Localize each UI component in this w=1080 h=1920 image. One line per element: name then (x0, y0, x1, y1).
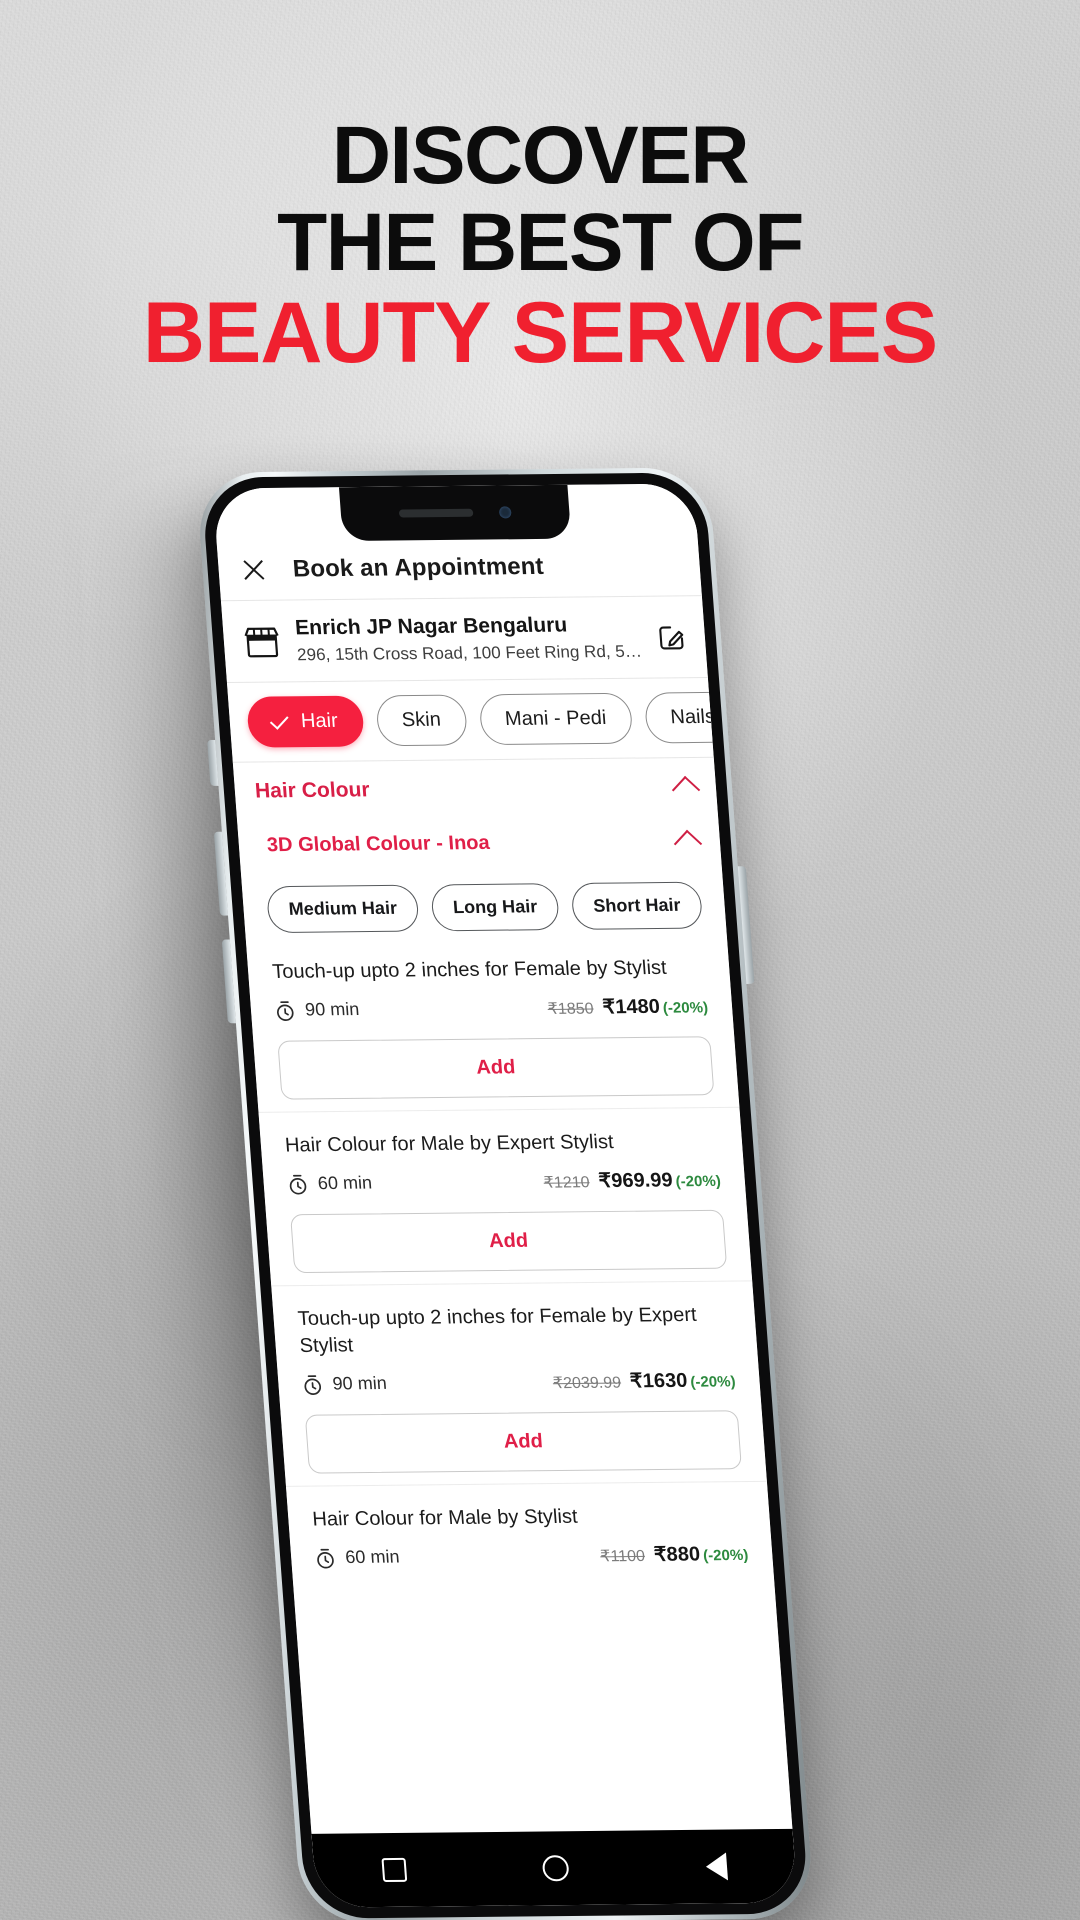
phone-notch (338, 484, 572, 542)
length-chip-medium-hair[interactable]: Medium Hair (265, 884, 420, 934)
service-discount: (-20%) (662, 999, 709, 1017)
app-container: Book an Appointment Enrich JP Nagar Beng… (212, 483, 798, 1908)
service-mrp: ₹1100 (599, 1547, 646, 1566)
category-chips-row[interactable]: Hair Skin Mani - Pedi Nails (226, 677, 714, 763)
phone-screen: Book an Appointment Enrich JP Nagar Beng… (212, 483, 798, 1908)
store-info-row[interactable]: Enrich JP Nagar Bengaluru 296, 15th Cros… (220, 596, 708, 683)
service-item: Hair Colour for Male by Expert Stylist 6… (259, 1108, 752, 1274)
storefront-icon (244, 627, 279, 657)
timer-icon (276, 1000, 294, 1021)
service-duration: 60 min (287, 1172, 373, 1195)
service-meta: 90 min ₹1850 ₹1480 (-20%) (274, 993, 709, 1022)
headline-line-1: DISCOVER (331, 110, 750, 201)
section-title: Hair Colour (254, 778, 371, 803)
timer-icon (304, 1374, 322, 1395)
square-icon[interactable] (381, 1857, 408, 1883)
service-mrp: ₹1210 (543, 1174, 591, 1192)
phone-bezel: Book an Appointment Enrich JP Nagar Beng… (200, 472, 810, 1919)
add-button[interactable]: Add (304, 1410, 742, 1474)
service-meta: 90 min ₹2039.99 ₹1630 (-20%) (302, 1367, 737, 1396)
service-price: ₹969.99 (597, 1169, 674, 1193)
service-name: Hair Colour for Male by Stylist (311, 1505, 579, 1531)
timer-icon (289, 1174, 307, 1195)
add-button[interactable]: Add (290, 1209, 728, 1274)
edit-pencil-icon[interactable] (656, 622, 688, 652)
subsection-title: 3D Global Colour - Inoa (266, 831, 491, 856)
page-title: Book an Appointment (291, 552, 545, 583)
category-chip-label: Hair (300, 709, 339, 733)
store-text-block: Enrich JP Nagar Bengaluru 296, 15th Cros… (294, 613, 642, 665)
service-item: Touch-up upto 2 inches for Female by Exp… (271, 1281, 766, 1474)
service-mrp: ₹1850 (547, 1000, 595, 1018)
service-name: Hair Colour for Male by Expert Stylist (284, 1131, 615, 1157)
hair-length-chips-row[interactable]: Medium Hair Long Hair Short Hair (241, 865, 727, 939)
service-meta: 60 min ₹1100 ₹880 (-20%) (314, 1541, 749, 1570)
category-chip-mani-pedi[interactable]: Mani - Pedi (478, 692, 634, 746)
category-chip-skin[interactable]: Skin (374, 694, 468, 747)
service-item: Touch-up upto 2 inches for Female by Sty… (246, 934, 739, 1100)
service-meta: 60 min ₹1210 ₹969.99 (-20%) (287, 1167, 722, 1196)
triangle-back-icon[interactable] (704, 1852, 728, 1881)
service-price: ₹1480 (601, 995, 661, 1019)
length-chip-long-hair[interactable]: Long Hair (430, 883, 561, 932)
headline-line-3: BEAUTY SERVICES (142, 284, 938, 381)
service-price: ₹880 (653, 1543, 701, 1566)
services-scroll-area[interactable]: Hair Colour 3D Global Colour - Inoa Medi… (233, 758, 793, 1834)
category-chip-hair[interactable]: Hair (246, 695, 365, 748)
android-navigation-bar (311, 1828, 798, 1908)
check-icon (269, 710, 289, 730)
headline-line-2: THE BEST OF (277, 197, 804, 289)
front-camera-icon (498, 506, 512, 519)
service-discount: (-20%) (702, 1546, 749, 1565)
service-duration-label: 90 min (304, 999, 360, 1020)
phone-body: Book an Appointment Enrich JP Nagar Beng… (195, 467, 816, 1920)
service-price-block: ₹2039.99 ₹1630 (-20%) (552, 1367, 736, 1394)
circle-icon[interactable] (542, 1855, 571, 1882)
store-name: Enrich JP Nagar Bengaluru (294, 613, 569, 640)
chevron-up-icon[interactable] (671, 775, 701, 805)
service-price-block: ₹1100 ₹880 (-20%) (599, 1541, 749, 1567)
service-item: Hair Colour for Male by Stylist 60 min ₹… (286, 1482, 773, 1571)
close-icon[interactable] (240, 557, 268, 583)
service-name: Touch-up upto 2 inches for Female by Exp… (296, 1303, 698, 1357)
length-chip-short-hair[interactable]: Short Hair (570, 881, 704, 930)
service-duration: 90 min (302, 1373, 388, 1396)
earpiece-speaker (398, 508, 474, 518)
service-duration: 60 min (314, 1546, 400, 1569)
section-header-hair-colour[interactable]: Hair Colour (233, 758, 718, 819)
service-discount: (-20%) (689, 1373, 737, 1391)
chevron-up-icon[interactable] (673, 829, 703, 858)
store-address: 296, 15th Cross Road, 100 Feet Ring Rd, … (296, 641, 643, 665)
subsection-header-3d-global-colour[interactable]: 3D Global Colour - Inoa (237, 814, 722, 871)
service-price: ₹1630 (629, 1369, 689, 1393)
service-price-block: ₹1850 ₹1480 (-20%) (547, 993, 709, 1020)
service-price-block: ₹1210 ₹969.99 (-20%) (543, 1167, 722, 1194)
timer-icon (317, 1548, 334, 1569)
category-chip-nails[interactable]: Nails (643, 691, 714, 744)
phone-mockup: Book an Appointment Enrich JP Nagar Beng… (126, 467, 824, 1920)
service-duration-label: 60 min (317, 1172, 373, 1194)
service-mrp: ₹2039.99 (552, 1374, 622, 1393)
service-discount: (-20%) (675, 1172, 722, 1191)
service-duration-label: 90 min (331, 1372, 388, 1394)
service-duration-label: 60 min (344, 1546, 401, 1568)
add-button[interactable]: Add (277, 1036, 715, 1100)
poster-headline: DISCOVER THE BEST OF BEAUTY SERVICES (0, 110, 1080, 381)
service-name: Touch-up upto 2 inches for Female by Sty… (271, 956, 668, 983)
service-duration: 90 min (274, 999, 360, 1022)
